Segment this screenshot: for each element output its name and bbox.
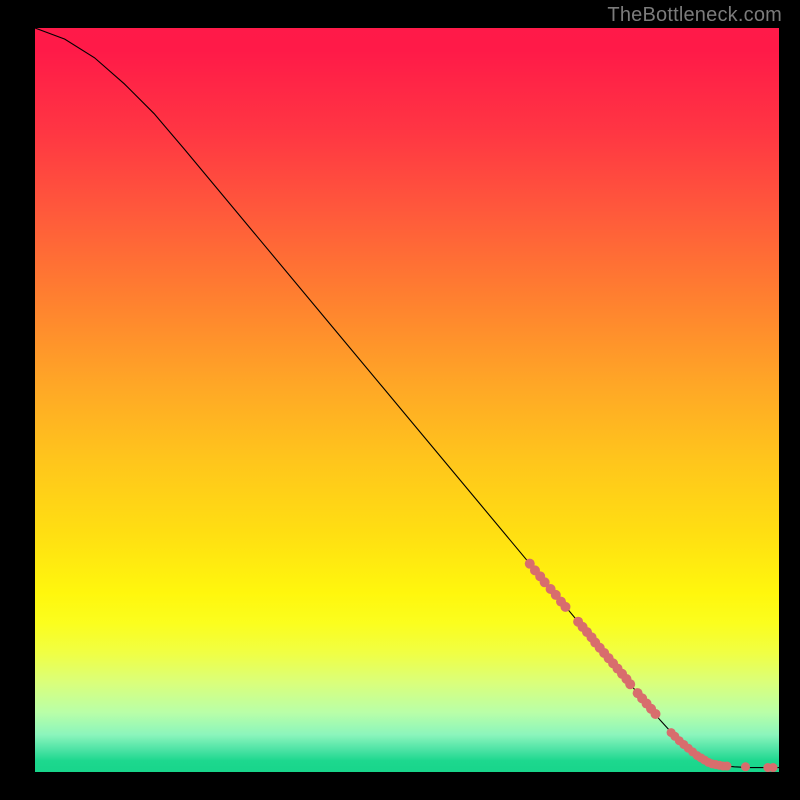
highlight-point [651,709,661,719]
highlight-point [560,602,570,612]
highlight-point [625,679,635,689]
highlight-point [741,762,750,771]
highlight-points-group [525,559,778,772]
bottleneck-curve [35,28,779,768]
plot-svg [35,28,779,772]
attribution-text: TheBottleneck.com [607,4,782,27]
highlight-point [769,763,778,772]
highlight-point [722,762,731,771]
